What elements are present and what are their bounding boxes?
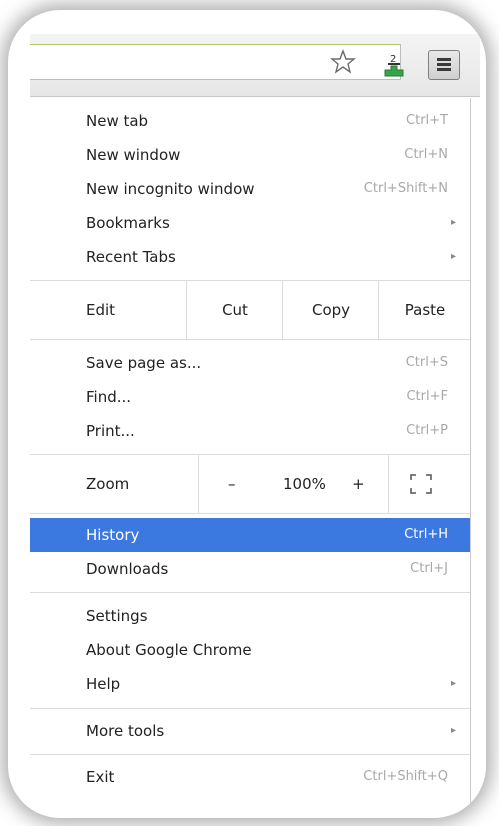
screenshot-frame: 2 New tab Ctrl+T New window Ctrl+N New i… <box>8 10 486 818</box>
zoom-divider <box>198 455 199 513</box>
menu-item-label: New window <box>86 146 181 164</box>
chrome-menu: New tab Ctrl+T New window Ctrl+N New inc… <box>30 98 471 806</box>
star-icon[interactable] <box>330 49 356 75</box>
browser-window: 2 New tab Ctrl+T New window Ctrl+N New i… <box>30 34 480 806</box>
menu-item-recent-tabs[interactable]: Recent Tabs ▸ <box>30 240 470 274</box>
menu-item-label: Help <box>86 675 121 693</box>
menu-item-shortcut: Ctrl+N <box>404 147 448 162</box>
menu-item-label: Find... <box>86 388 132 406</box>
menu-item-settings[interactable]: Settings <box>30 599 470 633</box>
menu-item-new-incognito-window[interactable]: New incognito window Ctrl+Shift+N <box>30 172 470 206</box>
submenu-arrow-icon: ▸ <box>450 725 456 736</box>
menu-item-shortcut: Ctrl+H <box>404 527 448 542</box>
extension-icon[interactable]: 2 <box>382 52 406 78</box>
menu-divider <box>30 592 470 593</box>
menu-item-label: Recent Tabs <box>86 248 176 266</box>
menu-item-print[interactable]: Print... Ctrl+P <box>30 414 470 448</box>
menu-item-shortcut: Ctrl+J <box>410 561 448 576</box>
menu-item-label: Downloads <box>86 560 169 578</box>
zoom-label: Zoom <box>86 475 130 493</box>
menu-item-downloads[interactable]: Downloads Ctrl+J <box>30 552 470 586</box>
cut-button[interactable]: Cut <box>186 281 283 339</box>
menu-item-label: New tab <box>86 112 149 130</box>
submenu-arrow-icon: ▸ <box>450 678 456 689</box>
menu-divider <box>30 708 470 709</box>
menu-divider <box>30 339 470 340</box>
menu-item-exit[interactable]: Exit Ctrl+Shift+Q <box>30 760 470 794</box>
menu-item-label: Exit <box>86 768 115 786</box>
menu-item-label: New incognito window <box>86 180 255 198</box>
submenu-arrow-icon: ▸ <box>450 217 456 228</box>
menu-item-shortcut: Ctrl+Shift+N <box>363 181 448 196</box>
hamburger-menu-icon <box>437 58 451 61</box>
menu-item-shortcut: Ctrl+T <box>406 113 448 128</box>
submenu-arrow-icon: ▸ <box>450 251 456 262</box>
chrome-menu-button[interactable] <box>428 50 460 80</box>
edit-label: Edit <box>86 301 116 319</box>
menu-item-more-tools[interactable]: More tools ▸ <box>30 714 470 748</box>
menu-divider <box>30 513 470 514</box>
zoom-level: 100% <box>283 475 326 493</box>
paste-button[interactable]: Paste <box>378 281 471 339</box>
address-bar[interactable] <box>30 44 401 80</box>
zoom-in-button[interactable]: + <box>352 455 365 513</box>
menu-item-bookmarks[interactable]: Bookmarks ▸ <box>30 206 470 240</box>
menu-item-shortcut: Ctrl+Shift+Q <box>363 769 448 784</box>
fullscreen-icon[interactable] <box>410 474 432 494</box>
menu-item-shortcut: Ctrl+P <box>406 423 448 438</box>
menu-item-save-page-as[interactable]: Save page as... Ctrl+S <box>30 346 470 380</box>
menu-item-about-google-chrome[interactable]: About Google Chrome <box>30 633 470 667</box>
copy-button[interactable]: Copy <box>282 281 379 339</box>
menu-item-label: Bookmarks <box>86 214 170 232</box>
menu-item-history[interactable]: History Ctrl+H <box>30 518 470 552</box>
edit-row: Edit Cut Copy Paste <box>30 281 470 339</box>
menu-item-new-window[interactable]: New window Ctrl+N <box>30 138 470 172</box>
menu-item-label: Save page as... <box>86 354 202 372</box>
menu-item-label: History <box>86 526 140 544</box>
menu-item-label: About Google Chrome <box>86 641 252 659</box>
menu-item-shortcut: Ctrl+S <box>405 355 448 370</box>
zoom-row: Zoom – 100% + <box>30 455 470 513</box>
menu-item-new-tab[interactable]: New tab Ctrl+T <box>30 104 470 138</box>
browser-toolbar: 2 <box>30 34 480 97</box>
menu-item-label: Print... <box>86 422 135 440</box>
menu-item-label: Settings <box>86 607 148 625</box>
menu-divider <box>30 754 470 755</box>
menu-item-shortcut: Ctrl+F <box>406 389 448 404</box>
zoom-divider <box>388 455 389 513</box>
menu-item-find[interactable]: Find... Ctrl+F <box>30 380 470 414</box>
menu-item-help[interactable]: Help ▸ <box>30 667 470 701</box>
menu-item-label: More tools <box>86 722 165 740</box>
zoom-out-button[interactable]: – <box>228 455 236 513</box>
